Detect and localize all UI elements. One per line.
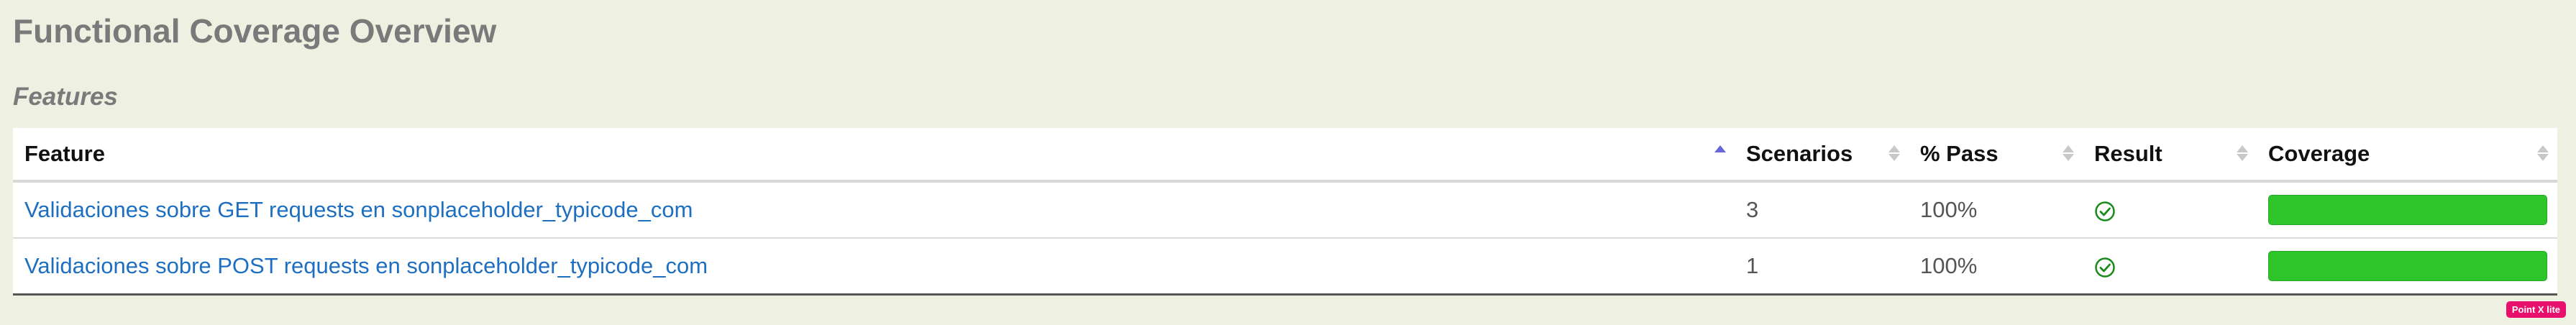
result-cell (2083, 237, 2257, 293)
column-header-coverage-label: Coverage (2268, 141, 2370, 166)
section-title: Features (13, 83, 118, 111)
table-row: Validaciones sobre POST requests en sonp… (13, 237, 2557, 293)
feature-link[interactable]: Validaciones sobre POST requests en sonp… (24, 253, 708, 278)
column-header-result[interactable]: Result (2083, 128, 2257, 183)
column-header-result-label: Result (2094, 141, 2162, 166)
column-header-feature[interactable]: Feature (13, 128, 1735, 183)
sort-icon[interactable] (2237, 144, 2248, 164)
coverage-cell (2257, 237, 2557, 293)
sort-icon[interactable] (2063, 144, 2074, 164)
column-header-scenarios[interactable]: Scenarios (1735, 128, 1909, 183)
column-header-pass-label: % Pass (1920, 141, 1999, 166)
column-header-coverage[interactable]: Coverage (2257, 128, 2557, 183)
check-circle-icon (2095, 201, 2115, 221)
table-header-row: Feature Scenarios % Pass Result Coverage (13, 128, 2557, 183)
point-x-lite-badge[interactable]: Point X lite (2506, 301, 2566, 318)
column-header-pass[interactable]: % Pass (1909, 128, 2083, 183)
scenarios-cell: 3 (1746, 197, 1759, 222)
column-header-feature-label: Feature (24, 141, 105, 166)
check-circle-icon (2095, 257, 2115, 278)
coverage-bar (2268, 251, 2547, 281)
pass-cell: 100% (1909, 237, 2083, 293)
column-header-scenarios-label: Scenarios (1746, 141, 1853, 166)
feature-link[interactable]: Validaciones sobre GET requests en sonpl… (24, 197, 693, 222)
sort-icon[interactable] (2537, 144, 2549, 164)
feature-cell: Validaciones sobre POST requests en sonp… (13, 237, 1735, 293)
result-cell (2083, 181, 2257, 238)
coverage-cell (2257, 181, 2557, 238)
page-title: Functional Coverage Overview (13, 12, 497, 50)
coverage-bar (2268, 195, 2547, 225)
features-table: Feature Scenarios % Pass Result Coverage (13, 128, 2557, 296)
feature-cell: Validaciones sobre GET requests en sonpl… (13, 181, 1735, 238)
sort-icon[interactable] (1888, 144, 1900, 164)
pass-cell: 100% (1920, 197, 1978, 222)
table-row: Validaciones sobre GET requests en sonpl… (13, 181, 2557, 238)
scenarios-cell: 1 (1735, 237, 1909, 293)
sort-ascending-icon[interactable] (1714, 144, 1726, 164)
